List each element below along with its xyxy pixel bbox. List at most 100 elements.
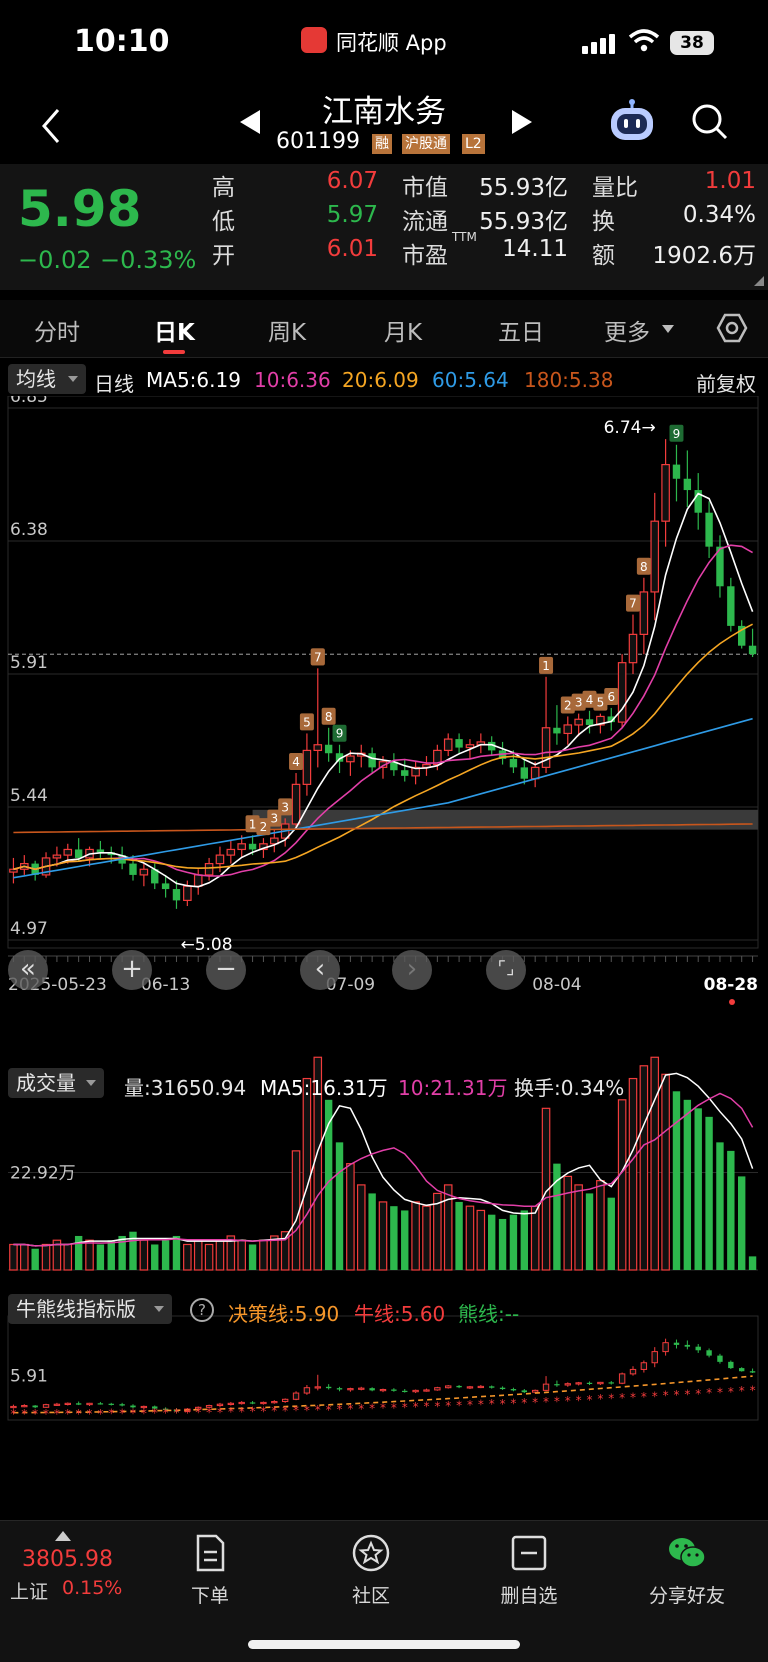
source-app-label[interactable]: 同花顺 App [336, 27, 447, 57]
indicator-candle-body [347, 1388, 354, 1391]
indicator-candle-body [640, 1362, 648, 1370]
bull-line-mark: * [152, 1406, 158, 1420]
bull-line-mark: * [228, 1405, 234, 1419]
volume-bar [346, 1163, 355, 1271]
fullscreen-button[interactable]: ⌜⌟ [486, 950, 526, 990]
scroll-right-button[interactable]: › [392, 950, 432, 990]
previous-stock-icon[interactable] [240, 110, 260, 134]
bull-line-mark: * [750, 1383, 756, 1397]
volume-bar [193, 1239, 203, 1271]
indicator-candle-body [662, 1342, 669, 1353]
tab-five-day[interactable]: 五日 [498, 313, 544, 347]
order-button[interactable]: 下单 [155, 1533, 265, 1608]
price-pane-frame [7, 396, 759, 949]
tab-more[interactable]: 更多 [604, 313, 650, 347]
volume-bar [204, 1243, 214, 1271]
tab-daily-k[interactable]: 日K [154, 313, 195, 347]
bull-line-mark: * [608, 1392, 614, 1406]
indicator-candle-body [489, 1386, 495, 1388]
date-label: 08-28 [704, 975, 758, 995]
low-label: 低 [212, 209, 235, 235]
volume-bar [443, 1184, 453, 1271]
pe-ttm-label: TTM [452, 230, 477, 244]
volume-selector-dropdown[interactable]: 成交量 [8, 1068, 104, 1098]
community-button[interactable]: 社区 [316, 1533, 426, 1608]
indicator-selector-dropdown[interactable]: 牛熊线指标版 [8, 1294, 172, 1324]
float-label: 流通 [402, 209, 448, 235]
volume-bar [270, 1235, 279, 1271]
ma-selector-dropdown[interactable]: 均线 [8, 364, 86, 394]
sequence-label: 4 [586, 693, 594, 707]
remove-watchlist-button[interactable]: 删自选 [474, 1533, 584, 1608]
indicator-candle-body [499, 1387, 506, 1390]
sequence-label: 3 [270, 812, 278, 826]
tab-monthly-k[interactable]: 月K [384, 313, 422, 347]
search-icon[interactable] [690, 102, 730, 142]
wifi-icon [628, 29, 660, 52]
bull-line-mark: * [141, 1406, 147, 1420]
volume-bar [574, 1184, 583, 1271]
mcap-label: 市值 [402, 175, 448, 201]
bull-line-mark: * [282, 1404, 288, 1418]
adjust-mode-button[interactable]: 前复权 [696, 368, 756, 397]
zoom-out-button[interactable]: − [206, 950, 246, 990]
chart-settings-icon[interactable] [716, 312, 748, 344]
next-stock-icon[interactable] [512, 110, 532, 134]
bull-line-mark: * [119, 1407, 125, 1421]
bull-line-mark: * [337, 1403, 343, 1417]
price-tick-label: 6.85 [10, 396, 48, 407]
volume-bar [596, 1180, 605, 1271]
volume-bar [31, 1248, 39, 1270]
home-indicator [248, 1640, 520, 1649]
volume-bar [172, 1235, 181, 1270]
help-icon[interactable]: ? [190, 1298, 214, 1322]
volume-bar [302, 1077, 312, 1271]
indicator-candle-body [531, 1389, 539, 1393]
volume-ma5: MA5:16.31万 [260, 1076, 388, 1100]
candle-body [650, 520, 660, 593]
zoom-in-button[interactable]: + [112, 950, 152, 990]
stock-header: 江南水务 601199 融 沪股通 L2 [0, 84, 768, 164]
index-value[interactable]: 3805.98 [22, 1547, 113, 1572]
candle-body [204, 862, 214, 876]
volume-bar [411, 1201, 420, 1271]
turnover-label: 换 [592, 209, 615, 235]
bull-line-mark: * [423, 1400, 429, 1414]
turnover-rate: 换手:0.34% [514, 1076, 625, 1100]
bull-line-mark: * [347, 1402, 353, 1416]
date-label: 08-04 [532, 975, 581, 995]
rewind-button[interactable]: « [8, 950, 48, 990]
scroll-left-button[interactable]: ‹ [300, 950, 340, 990]
volume-bar [422, 1205, 431, 1271]
ma20-line [13, 623, 753, 871]
volume-bar [628, 1077, 638, 1271]
candle-body [183, 885, 192, 901]
bull-line-mark: * [706, 1386, 712, 1400]
ai-assistant-icon[interactable] [608, 98, 656, 144]
order-doc-icon [196, 1534, 225, 1572]
bull-line-mark: * [489, 1397, 495, 1411]
sequence-label: 1 [542, 659, 550, 673]
bull-line-mark: * [532, 1395, 538, 1409]
tab-intraday[interactable]: 分时 [34, 313, 80, 347]
candle-body [563, 724, 573, 735]
volume-bar [617, 1099, 627, 1271]
candle-body [139, 868, 149, 876]
tab-weekly-k[interactable]: 周K [268, 313, 306, 347]
amount-value: 1902.6万 [652, 243, 756, 269]
share-button[interactable]: 分享好友 [632, 1533, 742, 1608]
decision-line-label: 决策线:5.90 [228, 1302, 340, 1326]
expand-corner-icon[interactable] [754, 276, 764, 286]
volume-bar [498, 1218, 507, 1270]
candle-body [161, 883, 170, 890]
indicator-candle-body [728, 1361, 734, 1369]
back-chevron-icon[interactable] [34, 104, 70, 148]
indicator-candle-body [597, 1381, 604, 1385]
bull-line-mark: * [391, 1401, 397, 1415]
turnover-value: 0.34% [682, 202, 756, 228]
quote-panel: 5.98 −0.02 −0.33% 高 6.07 低 5.97 开 6.01 市… [0, 164, 768, 290]
battery-icon: 38 [670, 31, 714, 55]
sequence-label: 9 [336, 727, 344, 741]
index-up-icon [55, 1531, 71, 1541]
bull-line-mark: * [304, 1403, 310, 1417]
